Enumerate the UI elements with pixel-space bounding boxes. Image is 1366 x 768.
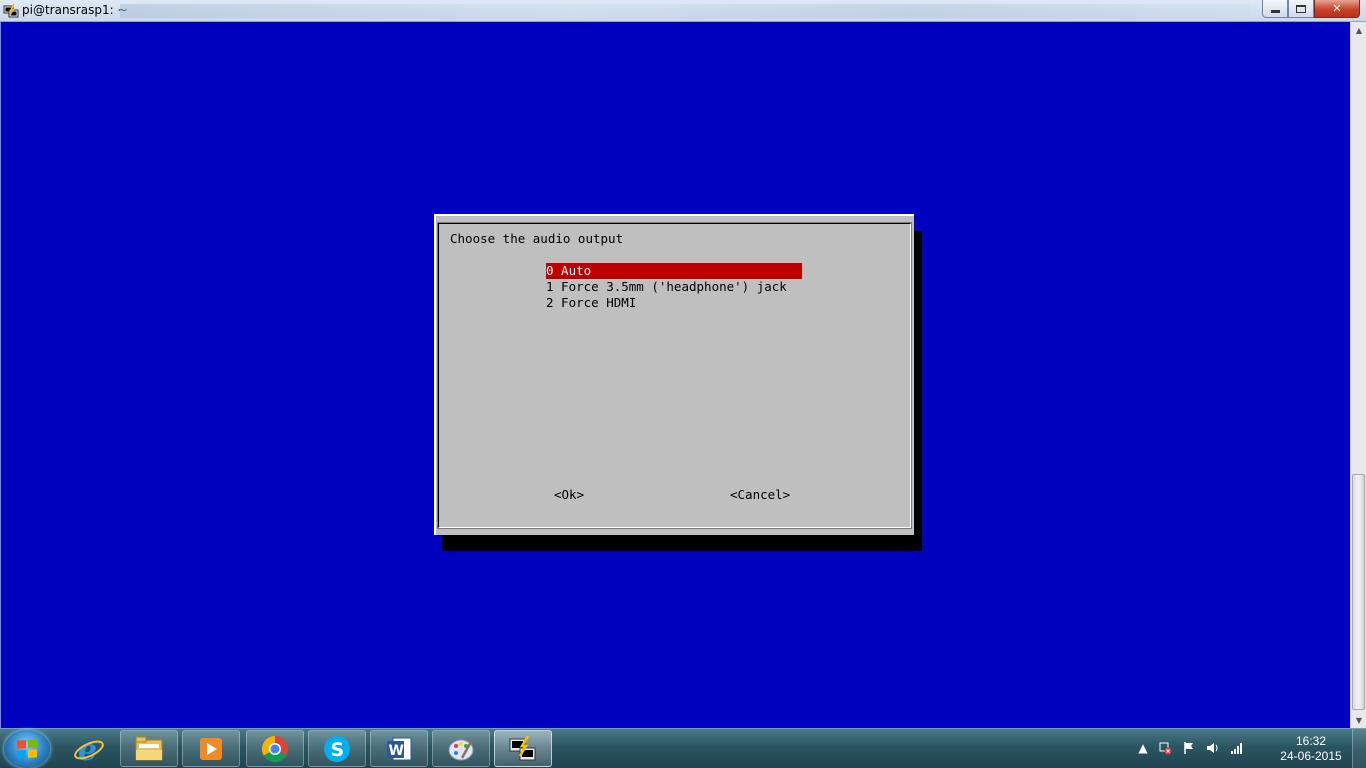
media-player-icon [200, 737, 222, 760]
vertical-scrollbar[interactable]: ▲ ▼ [1350, 22, 1366, 728]
maximize-button[interactable] [1288, 0, 1314, 18]
scrollbar-thumb[interactable] [1352, 474, 1365, 710]
scroll-up-arrow-icon[interactable]: ▲ [1351, 22, 1366, 38]
close-button[interactable]: ✕ [1314, 0, 1360, 18]
word-icon: W [387, 737, 412, 760]
menu-option-auto[interactable]: 0 Auto [546, 263, 802, 279]
network-error-icon[interactable] [1158, 741, 1172, 755]
show-desktop-button[interactable] [1352, 729, 1366, 768]
window-controls: ✕ [1262, 0, 1360, 18]
clock-date: 24-06-2015 [1280, 749, 1342, 763]
chrome-icon [261, 735, 288, 762]
taskbar-paint[interactable] [432, 730, 490, 767]
clock-time: 16:32 [1295, 734, 1327, 748]
scroll-down-arrow-icon[interactable]: ▼ [1351, 712, 1366, 728]
putty-icon [3, 3, 19, 18]
system-clock[interactable]: 16:32 24-06-2015 [1276, 734, 1346, 764]
svg-text:W: W [389, 743, 404, 759]
action-center-flag-icon[interactable] [1182, 741, 1196, 755]
window-title: pi@transrasp1: ~ [22, 3, 128, 17]
dialog-prompt: Choose the audio output [450, 231, 624, 246]
minimize-icon [1270, 10, 1280, 13]
audio-output-menu: 0 Auto 1 Force 3.5mm ('headphone') jack … [546, 263, 802, 311]
file-explorer-icon [135, 736, 163, 760]
taskbar: e S W ▲ 16:32 24-06-2015 [0, 728, 1366, 768]
start-button[interactable] [4, 730, 50, 768]
show-hidden-icons-icon[interactable]: ▲ [1136, 741, 1150, 755]
skype-icon: S [324, 735, 350, 762]
window-titlebar[interactable]: pi@transrasp1: ~ ✕ [0, 0, 1366, 22]
taskbar-chrome[interactable] [246, 730, 304, 767]
putty-icon [509, 734, 536, 760]
svg-text:S: S [331, 739, 345, 761]
volume-icon[interactable] [1206, 741, 1220, 755]
taskbar-skype[interactable]: S [308, 730, 366, 767]
menu-option-headphone-jack[interactable]: 1 Force 3.5mm ('headphone') jack [546, 279, 802, 295]
paint-icon [448, 738, 474, 760]
close-icon: ✕ [1332, 2, 1342, 15]
signal-icon[interactable] [1230, 741, 1244, 755]
minimize-button[interactable] [1262, 0, 1288, 18]
taskbar-file-explorer[interactable] [120, 730, 178, 767]
taskbar-word[interactable]: W [370, 730, 428, 767]
cancel-button[interactable]: <Cancel> [730, 487, 790, 502]
title-bar-background [120, 4, 1250, 18]
ok-button[interactable]: <Ok> [554, 487, 584, 502]
taskbar-internet-explorer[interactable]: e [60, 730, 118, 767]
menu-option-hdmi[interactable]: 2 Force HDMI [546, 295, 802, 311]
restore-icon [1296, 4, 1306, 13]
taskbar-media-player[interactable] [182, 730, 240, 767]
taskbar-putty[interactable] [494, 730, 552, 767]
system-tray: ▲ 16:32 24-06-2015 [1136, 729, 1366, 768]
internet-explorer-icon: e [74, 733, 104, 765]
